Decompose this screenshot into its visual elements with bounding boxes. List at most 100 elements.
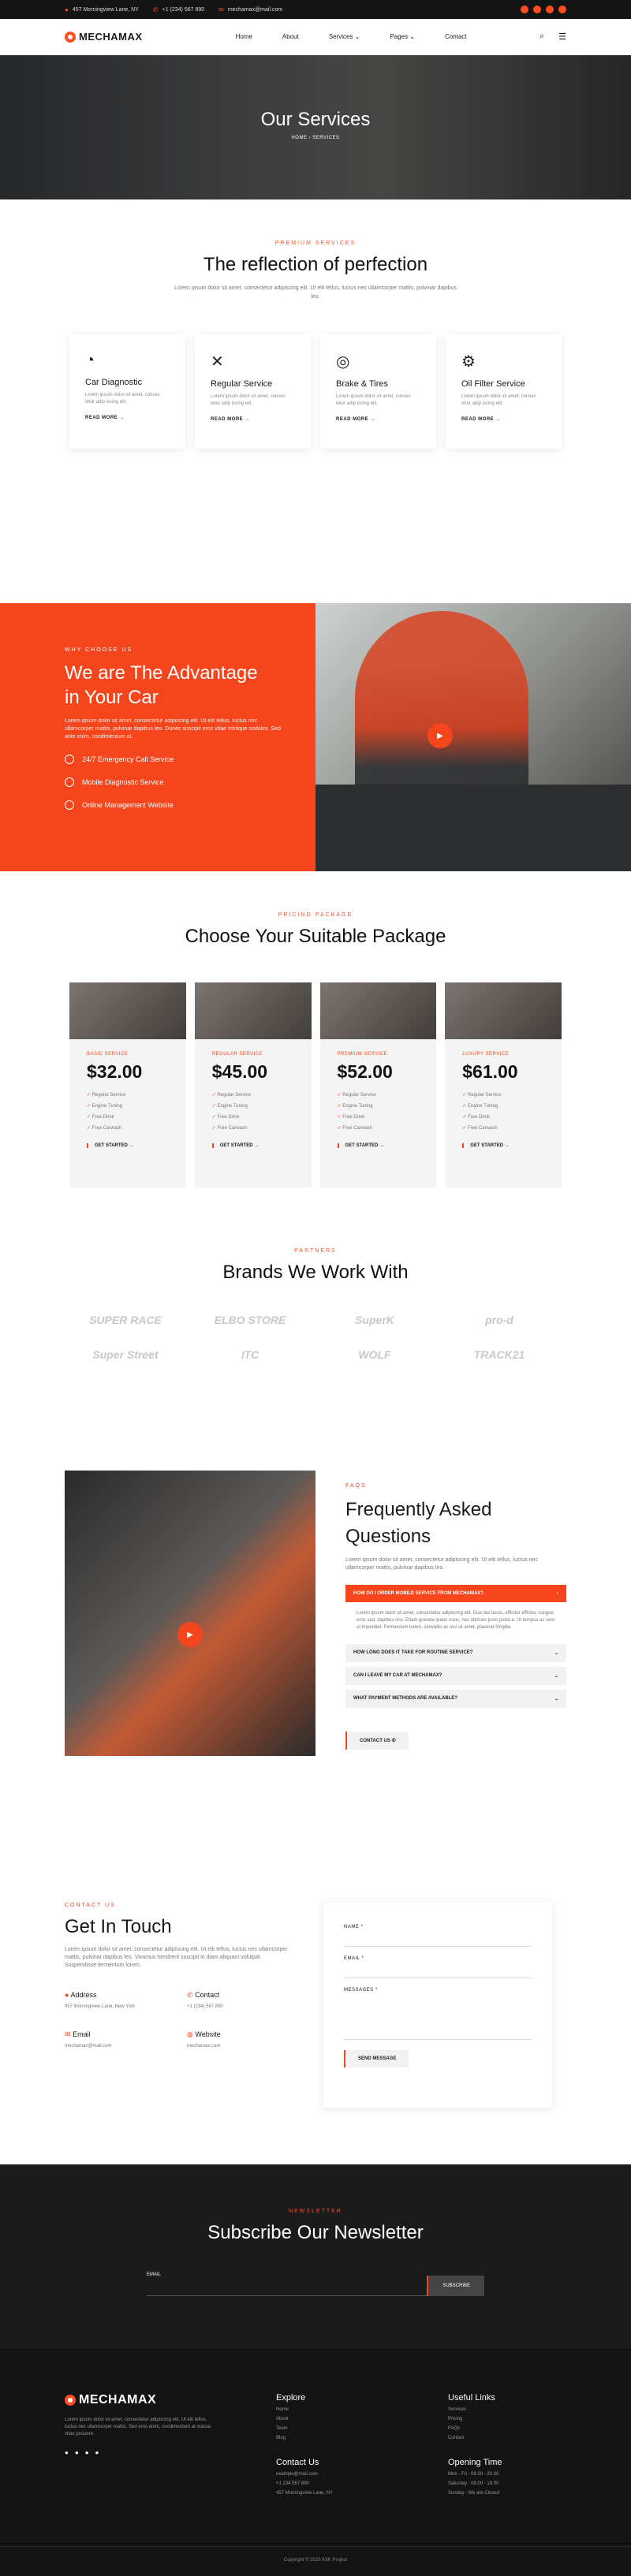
facebook-icon[interactable]: ●: [65, 2449, 69, 2456]
footer-social: ● ● ● ●: [65, 2449, 276, 2456]
footer-right: Useful Links Services Pricing FAQs Contact O…: [448, 2393, 551, 2546]
play-icon: ▶: [437, 731, 443, 740]
nav-contact[interactable]: Contact: [445, 33, 467, 40]
nav-icons: ⌕ ☰: [540, 32, 566, 42]
footer-contact-item[interactable]: +1 234 567 890: [276, 2481, 448, 2486]
top-bar: ● 457 Morningview Lane, NY ✆ +1 (234) 567 …: [0, 0, 631, 19]
get-started-button[interactable]: GET STARTED →: [211, 1143, 294, 1148]
play-video-button[interactable]: ▶: [428, 723, 453, 748]
breadcrumb-home[interactable]: HOME: [291, 136, 307, 140]
footer-link[interactable]: Home: [276, 2407, 448, 2412]
location-icon: ●: [65, 1991, 69, 1999]
plan-price: $61.00: [462, 1061, 518, 1082]
phone-text[interactable]: +1 (234) 567 890: [162, 7, 205, 13]
feature-item: Free Drink: [212, 1114, 294, 1120]
faq-accordion: HOW DO I ORDER MOBILE SERVICE FROM MECHA…: [345, 1585, 566, 1708]
messages-field[interactable]: [344, 1993, 532, 2040]
plan-price: $32.00: [87, 1061, 143, 1082]
service-text: Lorem ipsum dolor sit amet, consec tetur…: [336, 394, 411, 406]
read-more-link[interactable]: READ MORE →: [336, 417, 420, 422]
youtube-icon[interactable]: ●: [85, 2449, 89, 2456]
footer-link[interactable]: About: [276, 2417, 448, 2421]
name-field[interactable]: [344, 1929, 532, 1947]
youtube-icon[interactable]: [546, 6, 554, 13]
footer-link[interactable]: Pricing: [448, 2417, 551, 2421]
website-value[interactable]: mechamax.com: [187, 2044, 293, 2048]
service-text: Lorem ipsum dolor sit amet, consec tetur…: [85, 393, 160, 404]
footer-link[interactable]: Blog: [276, 2436, 448, 2440]
read-more-link[interactable]: READ MORE →: [85, 416, 170, 420]
breadcrumb-separator: ›: [308, 136, 312, 140]
instagram-icon[interactable]: ●: [95, 2449, 99, 2456]
read-more-link[interactable]: READ MORE →: [461, 417, 546, 422]
feature-item: Free Carwash: [462, 1125, 544, 1131]
footer-text: Lorem ipsum dolor sit amet, consectetur …: [65, 2418, 211, 2436]
chevron-down-icon: ⌄: [554, 1697, 558, 1702]
arrow-right-icon: →: [370, 417, 375, 422]
get-started-button[interactable]: GET STARTED →: [462, 1143, 544, 1148]
footer-contact-item: 457 Morningview Lane, NY: [276, 2491, 334, 2496]
arrow-right-icon: →: [379, 1143, 385, 1148]
plan-name: BASIC SERVICE: [87, 1052, 129, 1057]
nav-home[interactable]: Home: [236, 33, 252, 40]
location-icon: ●: [65, 6, 69, 13]
get-started-button[interactable]: GET STARTED →: [337, 1143, 420, 1148]
plan-price: $45.00: [211, 1061, 268, 1082]
footer-link[interactable]: Services: [448, 2407, 551, 2412]
hours-item: Mon - Fri : 08.00 - 20.00: [448, 2472, 499, 2477]
email-text[interactable]: mechamax@mail.com: [228, 7, 282, 13]
explore-title: Explore: [276, 2393, 306, 2403]
contact-us-button[interactable]: CONTACT US ✆: [345, 1732, 409, 1750]
faq-question[interactable]: CAN I LEAVE MY CAR AT MECHAMAX? ⌄: [345, 1667, 566, 1685]
phone-value[interactable]: +1 (234) 567 890: [187, 2004, 293, 2009]
feature-item: Engine Tuning: [212, 1103, 294, 1109]
hamburger-menu-icon[interactable]: ☰: [558, 32, 566, 42]
services-subtitle: Lorem ipsum dolor sit amet, consectetur …: [174, 285, 457, 300]
footer-contact-item[interactable]: example@mail.com: [276, 2472, 448, 2477]
tire-icon: ◎: [336, 353, 350, 371]
footer-link[interactable]: FAQs: [448, 2426, 551, 2431]
newsletter-title: Subscribe Our Newsletter: [207, 2222, 424, 2243]
email-field[interactable]: [344, 1961, 532, 1978]
get-started-label: GET STARTED: [219, 1143, 253, 1148]
footer-contact: Contact Us example@mail.com +1 234 567 890…: [276, 2458, 448, 2496]
get-started-button[interactable]: GET STARTED →: [87, 1143, 169, 1148]
feature-item: Free Carwash: [338, 1125, 420, 1131]
footer-link[interactable]: Contact: [448, 2436, 551, 2440]
newsletter-email-input[interactable]: EMAIL: [147, 2272, 428, 2296]
feature-item: Regular Service: [87, 1092, 169, 1098]
breadcrumb: HOME › SERVICES: [0, 136, 631, 140]
nav-services[interactable]: Services ⌄: [329, 33, 360, 40]
social-links: [521, 6, 566, 13]
faq-question[interactable]: HOW LONG DOES IT TAKE FOR ROUTINE SERVIC…: [345, 1644, 566, 1662]
logo[interactable]: MECHAMAX: [65, 31, 143, 43]
footer-link[interactable]: Team: [276, 2426, 448, 2431]
faq-title: Frequently Asked Questions: [345, 1497, 566, 1550]
nav-about[interactable]: About: [282, 33, 299, 40]
why-item: 24/7 Emergency Call Service: [65, 755, 316, 764]
feature-item: Regular Service: [462, 1092, 544, 1098]
twitter-icon[interactable]: [533, 6, 541, 13]
twitter-icon[interactable]: ●: [75, 2449, 79, 2456]
email-value[interactable]: mechamax@mail.com: [65, 2044, 187, 2048]
arrow-right-icon: →: [495, 417, 501, 422]
faq-question[interactable]: WHAT PAYMENT METHODS ARE AVAILABLE? ⌄: [345, 1690, 566, 1708]
read-more-link[interactable]: READ MORE →: [211, 417, 295, 422]
facebook-icon[interactable]: [521, 6, 528, 13]
subscribe-button[interactable]: SUBSCRIBE: [427, 2276, 484, 2296]
plan-image: [194, 982, 312, 1039]
faq-question-open[interactable]: HOW DO I ORDER MOBILE SERVICE FROM MECHA…: [345, 1585, 566, 1602]
topbar-phone[interactable]: ✆ +1 (234) 567 890: [153, 6, 204, 13]
faq-question-label: WHAT PAYMENT METHODS ARE AVAILABLE?: [353, 1696, 457, 1701]
nav-pages-label: Pages: [390, 33, 409, 40]
newsletter-eyebrow: NEWSLETTER: [289, 2209, 342, 2214]
why-item: Online Management Website: [65, 800, 316, 810]
topbar-email[interactable]: ✉ mechamax@mail.com: [218, 6, 282, 13]
instagram-icon[interactable]: [558, 6, 566, 13]
search-icon[interactable]: ⌕: [540, 32, 544, 42]
play-video-button[interactable]: ▶: [177, 1622, 203, 1647]
globe-icon: ◍: [187, 2030, 193, 2038]
nav-pages[interactable]: Pages ⌄: [390, 33, 415, 40]
footer-logo[interactable]: MECHAMAX: [65, 2393, 276, 2407]
send-message-button[interactable]: SEND MESSAGE: [344, 2050, 409, 2067]
